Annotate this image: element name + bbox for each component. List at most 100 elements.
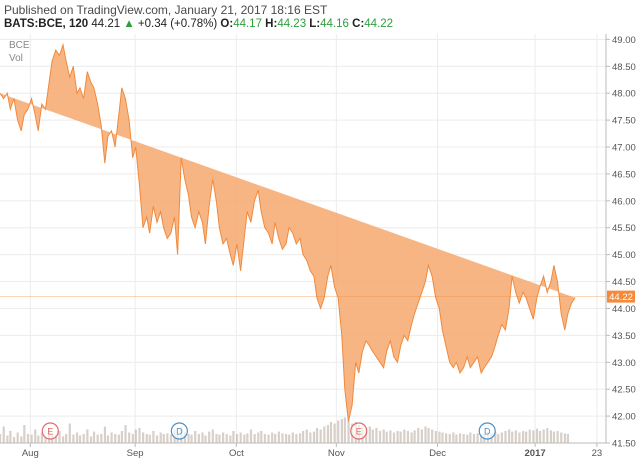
volume-bar [413,430,416,443]
volume-bar [201,432,204,443]
volume-bar [466,434,469,443]
volume-bar [281,433,284,443]
volume-bar [528,429,531,443]
price-chart[interactable]: E D E D 49.00 48.50 48.00 47.50 47.00 46.50 46.00… [0,34,640,461]
volume-bar [78,435,82,443]
volume-bar [58,431,61,443]
volume-bar [169,434,173,443]
volume-bar [340,419,343,443]
y-tick-label: 47.50 [612,116,636,127]
volume-bar [392,432,396,443]
change-value: +0.34 (+0.78%) [137,18,218,30]
y-tick-label: 43.00 [612,358,636,369]
y-tick-label: 48.50 [612,62,636,73]
volume-bar [124,425,127,443]
volume-bar [96,434,99,443]
volume-bar [424,426,427,443]
quote-line: BATS:BCE, 120 44.21 ▲ +0.34 (+0.78%) O:4… [4,18,393,30]
volume-bar [37,435,40,443]
volume-bar [128,432,131,443]
last-price-badge-label: 44.22 [609,292,633,303]
volume-bar [566,434,570,443]
volume-bar [211,429,214,443]
symbol-label: BATS:BCE, 120 [4,18,89,30]
volume-bar [448,434,451,443]
volume-bar [86,429,89,443]
y-tick-label: 43.50 [612,331,636,342]
close-value: 44.22 [364,18,394,30]
volume-bar [65,434,68,443]
earnings-marker-label: E [47,427,53,437]
volume-bar [138,428,141,443]
volume-bar [434,431,437,443]
y-tick-label: 46.00 [612,196,636,207]
volume-bar [556,431,559,443]
volume-bar [560,432,563,443]
volume-bar [9,431,12,443]
volume-bar [417,428,420,443]
y-tick-label: 45.00 [612,250,636,261]
volume-bar [389,430,392,443]
volume-bar [120,431,124,443]
volume-bar [148,434,151,443]
volume-bar [249,429,253,443]
volume-bar [68,423,71,443]
x-tick-label: 23 [592,448,603,459]
chart-header: Published on TradingView.com, January 21… [0,0,640,34]
earnings-marker-label: E [356,427,362,437]
volume-bar [538,431,542,443]
volume-bar [2,426,5,443]
volume-bar [75,432,79,443]
legend-symbol: BCE [9,40,30,51]
volume-bar [92,431,96,443]
volume-bar [253,434,256,443]
change-arrow-icon: ▲ [123,18,135,30]
volume-bar [134,429,137,443]
y-tick-label: 47.00 [612,143,636,154]
volume-bar [511,431,514,443]
dividend-marker-label: D [176,427,183,437]
y-tick-label: 45.50 [612,223,636,234]
volume-bar [445,433,448,443]
volume-bar [315,428,319,443]
volume-bar [508,429,511,443]
volume-bar [438,431,441,443]
volume-bar [246,433,249,443]
volume-bar [0,434,2,443]
volume-bar [472,434,476,443]
open-value: 44.17 [233,18,262,30]
volume-bar [20,436,23,443]
volume-bar [385,431,388,443]
x-tick-label: Sep [127,448,144,459]
volume-bar [34,429,37,443]
volume-bar [162,434,165,443]
volume-bar [204,435,207,443]
x-tick-label: Aug [22,448,39,459]
low-label: L: [309,18,321,30]
volume-bar [218,434,221,443]
volume-bar [542,429,545,443]
volume-bar [16,432,19,443]
volume-bar [89,436,93,443]
volume-bar [441,432,444,443]
y-tick-label: 41.50 [612,439,636,450]
volume-bar [277,431,280,443]
volume-bar [117,434,120,443]
x-tick-label: Nov [328,448,345,459]
volume-bar [285,434,288,443]
y-tick-label: 48.00 [612,89,636,100]
volume-bar [497,434,500,443]
volume-bar [145,434,148,443]
volume-bar [267,434,270,443]
volume-bar [535,428,539,443]
volume-bar [309,432,312,443]
volume-bar [455,434,458,443]
published-caption: Published on TradingView.com, January 21… [4,3,328,17]
volume-bar [302,431,305,443]
volume-bar [6,435,9,443]
volume-bar [323,426,326,443]
volume-bar [347,420,350,443]
volume-bar [263,434,267,443]
volume-bar [431,429,434,443]
volume-bar [298,433,302,443]
